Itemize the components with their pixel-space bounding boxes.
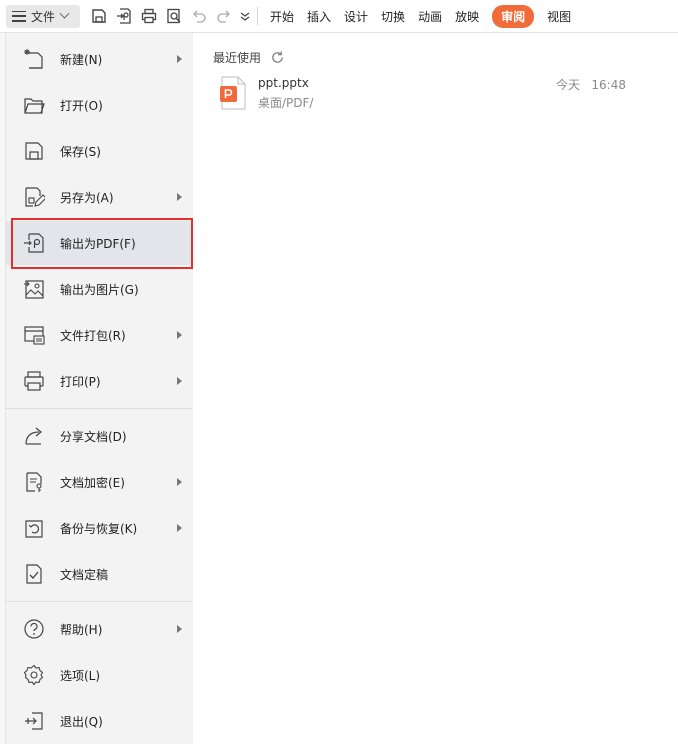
recent-file-time: 今天 16:48 [555,78,626,92]
menu-item-label: 文档定稿 [60,567,109,582]
save-icon[interactable] [88,5,110,27]
submenu-arrow-icon [177,331,182,339]
menu-item-label: 打印(P) [60,374,101,389]
file-menu-label: 文件 [31,9,56,24]
recent-file-name: ppt.pptx [258,76,309,90]
menu-item-label: 新建(N) [60,52,103,67]
file-menu-panel: 新建(N) 打开(O) 保存(S) 另存为(A) 输出为PDF(F) 输出为图片… [6,33,193,744]
tab-animations[interactable]: 动画 [418,6,442,27]
more-icon[interactable] [238,5,252,27]
menu-item-open[interactable]: 打开(O) [6,83,193,127]
ribbon-tabs: 开始 插入 设计 切换 动画 放映 审阅 视图 [264,0,584,32]
recent-header: 最近使用 [213,49,285,66]
save-as-icon [22,185,46,209]
submenu-arrow-icon [177,377,182,385]
toolbar-divider [257,7,258,25]
submenu-arrow-icon [177,55,182,63]
redo-icon[interactable] [213,5,235,27]
exit-icon [22,709,46,733]
file-menu-button[interactable]: 文件 [6,4,80,28]
tab-transitions[interactable]: 切换 [381,6,405,27]
new-file-icon [22,47,46,71]
menu-item-label: 备份与恢复(K) [60,521,138,536]
menu-item-label: 分享文档(D) [60,429,127,444]
menu-item-label: 文件打包(R) [60,328,126,343]
tab-design[interactable]: 设计 [344,6,368,27]
export-pdf-icon [22,231,46,255]
hamburger-icon [12,10,26,22]
package-icon [22,323,46,347]
menu-item-encrypt[interactable]: 文档加密(E) [6,460,193,504]
menu-item-package[interactable]: 文件打包(R) [6,313,193,357]
top-toolbar: 文件 开始 插入 设计 切换 动画 放映 审阅 视图 [0,0,678,33]
menu-item-new[interactable]: 新建(N) [6,37,193,81]
help-icon [22,617,46,641]
tab-review[interactable]: 审阅 [492,4,535,28]
recent-file-row[interactable]: ppt.pptx 桌面/PDF/ 今天 16:48 [213,71,663,115]
submenu-arrow-icon [177,524,182,532]
menu-item-label: 保存(S) [60,144,101,159]
menu-item-exit[interactable]: 退出(Q) [6,699,193,743]
menu-item-share[interactable]: 分享文档(D) [6,414,193,458]
tab-home[interactable]: 开始 [270,6,294,27]
menu-item-label: 打开(O) [60,98,103,113]
finalize-icon [22,562,46,586]
quick-access-bar [88,5,255,27]
save-icon [22,139,46,163]
menu-item-options[interactable]: 选项(L) [6,653,193,697]
export-image-icon [22,277,46,301]
refresh-icon[interactable] [269,50,285,66]
print-preview-icon[interactable] [163,5,185,27]
menu-divider [6,408,193,409]
pptx-file-icon [219,76,247,110]
submenu-arrow-icon [177,478,182,486]
menu-item-label: 输出为PDF(F) [60,236,136,251]
tab-insert[interactable]: 插入 [307,6,331,27]
recent-title: 最近使用 [213,51,262,65]
menu-divider [6,601,193,602]
undo-icon[interactable] [188,5,210,27]
backup-icon [22,516,46,540]
folder-open-icon [22,93,46,117]
menu-item-label: 退出(Q) [60,714,103,729]
menu-item-label: 帮助(H) [60,622,103,637]
encrypt-icon [22,470,46,494]
gear-icon [22,663,46,687]
print-icon[interactable] [138,5,160,27]
recent-file-path: 桌面/PDF/ [258,96,314,110]
export-pdf-icon[interactable] [113,5,135,27]
tab-slideshow[interactable]: 放映 [455,6,479,27]
menu-item-finalize[interactable]: 文档定稿 [6,552,193,596]
submenu-arrow-icon [177,193,182,201]
submenu-arrow-icon [177,625,182,633]
menu-item-label: 另存为(A) [60,190,114,205]
menu-item-help[interactable]: 帮助(H) [6,607,193,651]
menu-item-print[interactable]: 打印(P) [6,359,193,403]
menu-item-export-image[interactable]: 输出为图片(G) [6,267,193,311]
menu-item-label: 选项(L) [60,668,101,683]
tab-view[interactable]: 视图 [547,6,571,27]
menu-item-save-as[interactable]: 另存为(A) [6,175,193,219]
share-icon [22,424,46,448]
chevron-down-icon [59,8,70,19]
menu-item-label: 输出为图片(G) [60,282,139,297]
menu-item-backup[interactable]: 备份与恢复(K) [6,506,193,550]
menu-item-export-pdf[interactable]: 输出为PDF(F) [6,221,193,265]
print-icon [22,369,46,393]
menu-item-label: 文档加密(E) [60,475,125,490]
menu-item-save[interactable]: 保存(S) [6,129,193,173]
